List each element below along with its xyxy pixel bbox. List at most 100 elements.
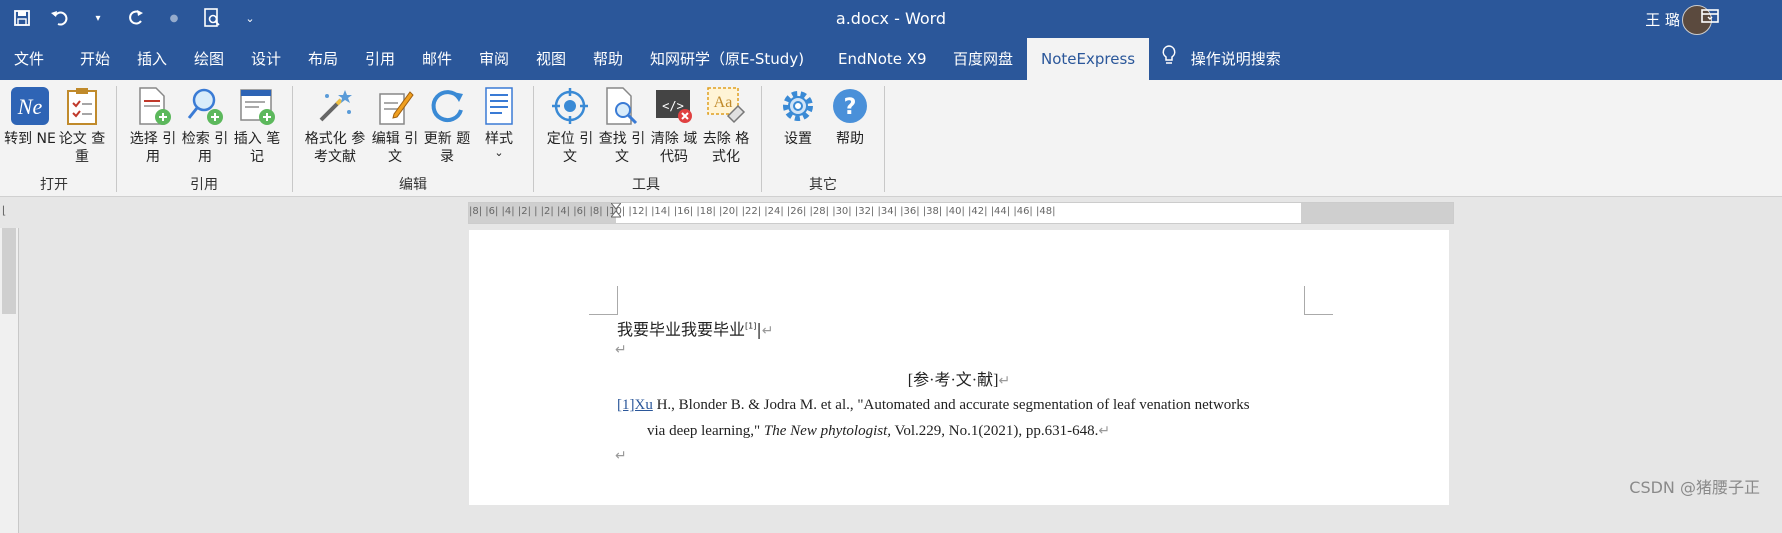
document-search-icon xyxy=(602,86,642,126)
edit-cite-button[interactable]: 编辑 引文 xyxy=(369,86,421,166)
indent-marker[interactable] xyxy=(609,203,623,223)
tab-noteexpress[interactable]: NoteExpress xyxy=(1027,38,1150,80)
tab-design[interactable]: 设计 xyxy=(251,38,281,80)
update-list-button[interactable]: 更新 题录 xyxy=(421,86,473,166)
reference-journal: The New phytologist, xyxy=(763,423,892,439)
paragraph-mark: ↵ xyxy=(615,448,627,464)
reference-entry[interactable]: [1]Xu H., Blonder B. & Jodra M. et al., … xyxy=(617,392,1317,445)
tab-mailings[interactable]: 邮件 xyxy=(422,38,452,80)
refresh-icon xyxy=(427,86,467,126)
style-button[interactable]: 样式 ⌄ xyxy=(473,86,525,158)
window-title: a.docx - Word xyxy=(835,9,947,28)
insert-note-label: 插入 笔记 xyxy=(233,131,281,165)
insert-note-button[interactable]: 插入 笔记 xyxy=(231,86,283,166)
format-refs-button[interactable]: 格式化 参考文献 xyxy=(303,86,367,166)
crop-mark-top-left xyxy=(589,286,618,315)
tab-selector-icon[interactable]: ⌊ xyxy=(2,204,16,218)
group-separator xyxy=(533,86,534,192)
title-bar: ▾ ● ⌄ a.docx - Word 王 璐 xyxy=(0,0,1782,38)
ribbon-tabs: 文件 开始 插入 绘图 设计 布局 引用 邮件 审阅 视图 帮助 知网研学（原E… xyxy=(0,38,1782,80)
reference-index[interactable]: [1]Xu xyxy=(617,397,653,413)
unformat-button[interactable]: Aa 去除 格式化 xyxy=(700,86,752,166)
tab-view[interactable]: 视图 xyxy=(536,38,566,80)
locate-cite-label: 定位 引文 xyxy=(546,131,594,165)
update-list-label: 更新 题录 xyxy=(423,131,471,165)
group-separator xyxy=(116,86,117,192)
help-label: 帮助 xyxy=(836,131,864,147)
lightbulb-icon xyxy=(1162,39,1176,81)
group-label-tools: 工具 xyxy=(632,177,660,193)
group-separator xyxy=(292,86,293,192)
magnifier-add-icon xyxy=(185,86,225,126)
clear-fields-label: 清除 域代码 xyxy=(650,131,698,165)
paragraph-mark: ↵ xyxy=(998,374,1011,389)
search-cite-label: 检索 引用 xyxy=(181,131,229,165)
group-label-cite: 引用 xyxy=(190,177,218,193)
paragraph-mark: ↵ xyxy=(761,323,774,339)
user-name[interactable]: 王 璐 xyxy=(1645,9,1680,30)
tab-home[interactable]: 开始 xyxy=(80,38,110,80)
group-label-edit: 编辑 xyxy=(399,177,427,193)
svg-text:Ne: Ne xyxy=(17,94,43,119)
reference-line-2: via deep learning," xyxy=(647,423,764,439)
code-clear-icon: </> xyxy=(654,86,694,126)
horizontal-ruler[interactable]: |8| |6| |4| |2| | |2| |4| |6| |8| |10| |… xyxy=(468,202,1454,224)
style-document-icon xyxy=(479,86,519,126)
find-cite-label: 查找 引文 xyxy=(598,131,646,165)
reference-pages: Vol.229, No.1(2021), pp.631-648. xyxy=(891,423,1099,439)
body-text: 我要毕业我要毕业 xyxy=(617,320,746,339)
reference-line-1: H., Blonder B. & Jodra M. et al., "Autom… xyxy=(652,397,1250,413)
settings-button[interactable]: 设置 xyxy=(772,86,824,148)
body-text-line[interactable]: 我要毕业我要毕业[1]|↵ xyxy=(617,316,773,340)
svg-text:Aa: Aa xyxy=(714,94,733,111)
style-dropdown-icon: ⌄ xyxy=(494,146,504,159)
tab-endnote[interactable]: EndNote X9 xyxy=(838,38,927,80)
tab-references[interactable]: 引用 xyxy=(365,38,395,80)
clear-fields-button[interactable]: </> 清除 域代码 xyxy=(648,86,700,166)
help-icon: ? xyxy=(830,86,870,126)
search-cite-button[interactable]: 检索 引用 xyxy=(179,86,231,166)
ribbon-display-options-icon[interactable] xyxy=(1696,5,1724,33)
noteexpress-logo-icon: Ne xyxy=(10,86,50,126)
format-refs-label: 格式化 参考文献 xyxy=(304,131,366,165)
references-heading-text: [参·考·文·献] xyxy=(907,372,999,389)
thesis-check-button[interactable]: 论文 查重 xyxy=(56,86,108,166)
group-label-open: 打开 xyxy=(40,177,68,193)
tab-baidu-netdisk[interactable]: 百度网盘 xyxy=(953,38,1013,80)
tab-help[interactable]: 帮助 xyxy=(593,38,623,80)
tab-file[interactable]: 文件 xyxy=(14,38,44,80)
goto-ne-label: 转到 NE xyxy=(4,131,56,147)
vertical-ruler xyxy=(0,228,19,533)
tab-review[interactable]: 审阅 xyxy=(479,38,509,80)
group-separator xyxy=(761,86,762,192)
thesis-check-label: 论文 查重 xyxy=(58,131,106,165)
pencil-document-icon xyxy=(375,86,415,126)
find-cite-button[interactable]: 查找 引文 xyxy=(596,86,648,166)
clipboard-check-icon xyxy=(62,86,102,126)
crop-mark-top-right xyxy=(1304,286,1333,315)
tab-draw[interactable]: 绘图 xyxy=(194,38,224,80)
ribbon-noteexpress: Ne 转到 NE 论文 查重 打开 选择 引用 检索 引用 插入 笔记 引用 格… xyxy=(0,80,1782,197)
document-page[interactable]: 我要毕业我要毕业[1]|↵ ↵ [参·考·文·献]↵ [1]Xu H., Blo… xyxy=(469,230,1449,505)
group-label-other: 其它 xyxy=(809,177,837,193)
watermark: CSDN @猪腰子正 xyxy=(1629,478,1760,497)
eraser-aa-icon: Aa xyxy=(706,86,746,126)
locate-cite-button[interactable]: 定位 引文 xyxy=(544,86,596,166)
paragraph-mark: ↵ xyxy=(615,342,627,358)
edit-cite-label: 编辑 引文 xyxy=(371,131,419,165)
tab-layout[interactable]: 布局 xyxy=(308,38,338,80)
citation-marker[interactable]: [1] xyxy=(745,322,756,331)
tell-me-search[interactable]: 操作说明搜索 xyxy=(1162,38,1281,80)
goto-ne-button[interactable]: Ne 转到 NE xyxy=(4,86,56,148)
unformat-label: 去除 格式化 xyxy=(702,131,750,165)
note-add-icon xyxy=(237,86,277,126)
help-button[interactable]: ? 帮助 xyxy=(824,86,876,148)
document-add-icon xyxy=(133,86,173,126)
references-heading[interactable]: [参·考·文·献]↵ xyxy=(469,366,1449,390)
tab-insert[interactable]: 插入 xyxy=(137,38,167,80)
tab-cnki-estudy[interactable]: 知网研学（原E-Study) xyxy=(650,38,804,80)
select-cite-label: 选择 引用 xyxy=(129,131,177,165)
group-separator xyxy=(884,86,885,192)
paragraph-mark: ↵ xyxy=(1098,424,1111,439)
select-cite-button[interactable]: 选择 引用 xyxy=(127,86,179,166)
